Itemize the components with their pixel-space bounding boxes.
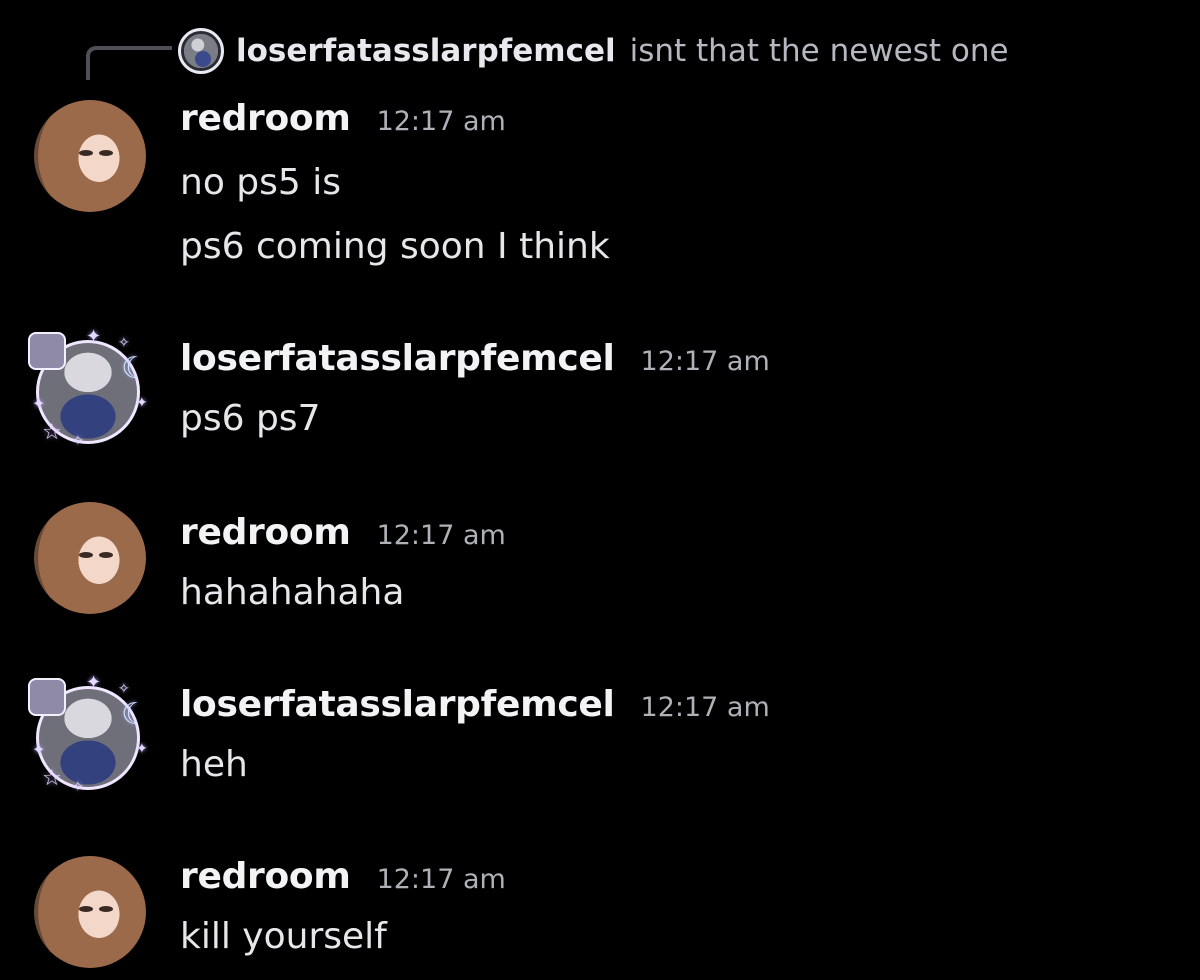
message-header: redroom 12:17 am [180,98,506,139]
message-author[interactable]: loserfatasslarpfemcel [180,684,615,725]
message-timestamp: 12:17 am [376,106,506,137]
chat-log: loserfatasslarpfemcel isnt that the newe… [0,0,1200,980]
message-author[interactable]: redroom [180,856,351,897]
cat-decoration-icon [28,332,66,370]
message-text: no ps5 is [180,162,341,203]
message-timestamp: 12:17 am [376,520,506,551]
message-author[interactable]: redroom [180,512,351,553]
reply-avatar[interactable] [178,28,224,74]
star-decoration-icon: ✧ [72,779,84,795]
redroom-avatar[interactable] [34,100,146,212]
message-text: hahahahaha [180,572,405,613]
message-header: loserfatasslarpfemcel 12:17 am [180,338,770,379]
message-header: redroom 12:17 am [180,512,506,553]
star-decoration-icon: ✧ [118,681,130,697]
star-decoration-icon: ✦ [86,326,102,347]
reply-author[interactable]: loserfatasslarpfemcel [236,33,616,69]
redroom-avatar[interactable] [34,502,146,614]
message-timestamp: 12:17 am [640,346,770,377]
avatar-decoration-frame: ☾ ✦ ✧ ✦ ☆ ✧ ✦ [26,672,150,800]
star-decoration-icon: ✦ [136,741,148,757]
star-decoration-icon: ☆ [42,420,62,445]
star-decoration-icon: ✦ [32,394,46,413]
star-decoration-icon: ✦ [32,740,46,759]
message-text: ps6 ps7 [180,398,321,439]
message-timestamp: 12:17 am [376,864,506,895]
moon-decoration-icon: ☾ [121,697,148,732]
reply-text[interactable]: isnt that the newest one [630,33,1009,69]
cat-decoration-icon [28,678,66,716]
star-decoration-icon: ✧ [72,433,84,449]
reply-connector-line [86,46,172,80]
message-author[interactable]: loserfatasslarpfemcel [180,338,615,379]
star-decoration-icon: ✦ [136,395,148,411]
message-header: loserfatasslarpfemcel 12:17 am [180,684,770,725]
avatar-decoration-frame: ☾ ✦ ✧ ✦ ☆ ✧ ✦ [26,326,150,454]
message-text: ps6 coming soon I think [180,226,610,267]
message-header: redroom 12:17 am [180,856,506,897]
star-decoration-icon: ✦ [86,672,102,693]
message-text: kill yourself [180,916,387,957]
message-author[interactable]: redroom [180,98,351,139]
redroom-avatar[interactable] [34,856,146,968]
moon-decoration-icon: ☾ [121,351,148,386]
star-decoration-icon: ✧ [118,335,130,351]
message-text: heh [180,744,248,785]
star-decoration-icon: ☆ [42,766,62,791]
message-timestamp: 12:17 am [640,692,770,723]
reply-reference[interactable]: loserfatasslarpfemcel isnt that the newe… [178,28,1009,74]
